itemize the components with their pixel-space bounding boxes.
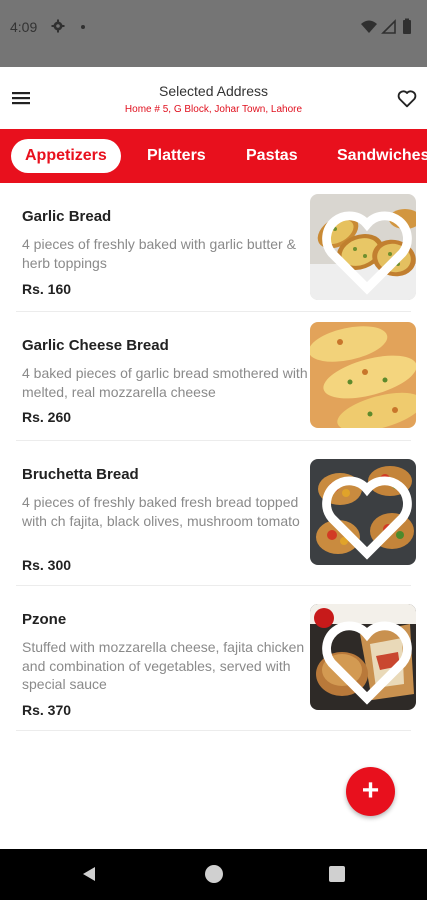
app-bar: Selected Address Home # 5, G Block, Joha… xyxy=(0,67,427,129)
favorite-heart-icon[interactable] xyxy=(314,610,416,710)
category-tabs: Appetizers Platters Pastas Sandwiches xyxy=(0,129,427,183)
status-indicators-icon xyxy=(361,18,411,34)
app-screen: 4:09 Selected Address Home # 5, G Block,… xyxy=(0,0,427,900)
menu-item-garlic-cheese-bread[interactable]: Garlic Cheese Bread 4 baked pieces of ga… xyxy=(16,312,416,441)
selected-address-title[interactable]: Selected Address xyxy=(0,83,427,99)
bruchetta-bread-image xyxy=(310,459,416,565)
item-name: Garlic Cheese Bread xyxy=(22,337,169,354)
pzone-image xyxy=(310,604,416,710)
item-price: Rs. 260 xyxy=(22,409,72,425)
back-triangle-icon[interactable] xyxy=(80,865,98,883)
item-description: 4 pieces of freshly baked fresh bread to… xyxy=(22,494,300,529)
menu-item-bruchetta-bread[interactable]: Bruchetta Bread 4 pieces of freshly bake… xyxy=(16,441,416,586)
tab-platters[interactable]: Platters xyxy=(147,139,206,173)
tab-appetizers[interactable]: Appetizers xyxy=(11,139,121,173)
garlic-bread-image xyxy=(310,194,416,300)
status-bar: 4:09 xyxy=(0,0,427,67)
garlic-cheese-bread-image xyxy=(310,322,416,428)
item-price: Rs. 370 xyxy=(22,702,72,718)
item-description: 4 pieces of freshly baked with garlic bu… xyxy=(22,236,296,271)
add-floating-button[interactable]: + xyxy=(346,767,395,816)
favorite-heart-icon[interactable] xyxy=(314,200,416,300)
item-price: Rs. 160 xyxy=(22,281,72,297)
item-name: Bruchetta Bread xyxy=(22,466,139,483)
item-name: Garlic Bread xyxy=(22,208,112,225)
menu-item-pzone[interactable]: Pzone Stuffed with mozzarella cheese, fa… xyxy=(16,586,416,731)
selected-address-value[interactable]: Home # 5, G Block, Johar Town, Lahore xyxy=(0,104,427,115)
system-navigation-bar xyxy=(0,849,427,900)
menu-item-garlic-bread[interactable]: Garlic Bread 4 pieces of freshly baked w… xyxy=(16,183,416,312)
item-price: Rs. 300 xyxy=(22,557,72,573)
tab-pastas[interactable]: Pastas xyxy=(246,139,298,173)
settings-gear-icon xyxy=(51,19,65,33)
favorite-heart-icon[interactable] xyxy=(314,465,416,565)
item-description: Stuffed with mozzarella cheese, fajita c… xyxy=(22,639,305,692)
status-time: 4:09 xyxy=(10,19,38,35)
home-circle-icon[interactable] xyxy=(205,865,223,883)
favorites-heart-icon[interactable] xyxy=(396,88,418,110)
item-name: Pzone xyxy=(22,611,67,628)
item-description: 4 baked pieces of garlic bread smothered… xyxy=(22,365,308,400)
notification-dot-icon xyxy=(81,25,85,29)
tab-sandwiches[interactable]: Sandwiches xyxy=(337,139,427,173)
recent-apps-square-icon[interactable] xyxy=(329,866,345,882)
